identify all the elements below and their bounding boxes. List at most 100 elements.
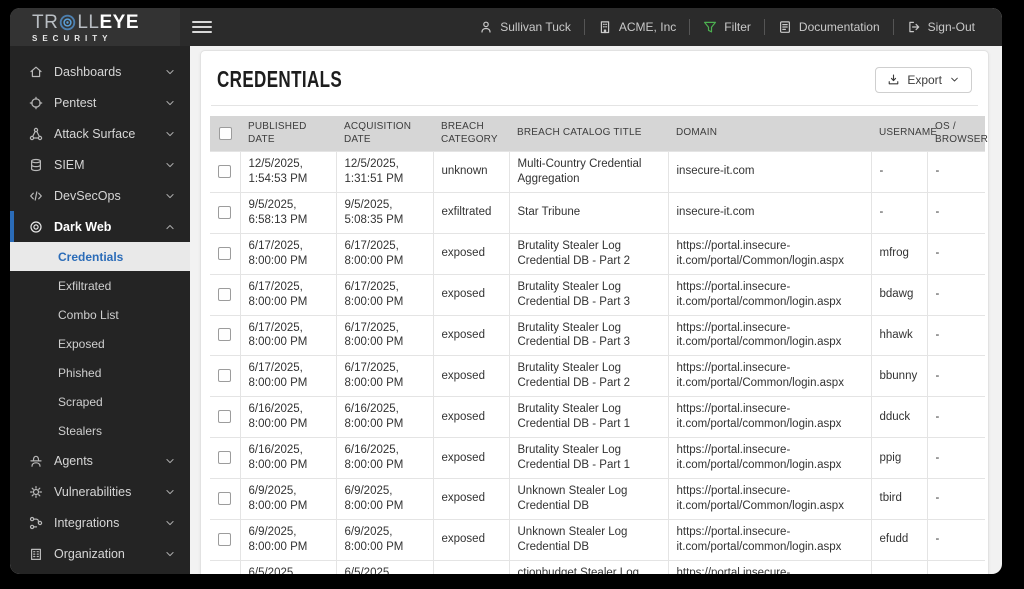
cell-acquisition-date: 6/16/2025, 8:00:00 PM [335,396,434,439]
cell-domain: https://portal.insecure-it.com/portal/Co… [667,355,872,398]
row-checkbox[interactable] [218,369,232,383]
sidebar-item-dark-web[interactable]: Dark Web [10,211,190,242]
chevron-down-icon [164,455,176,467]
cell-breach-catalog-title: Brutality Stealer Log Credential DB - Pa… [508,355,669,398]
topbar-item-sullivan-tuck[interactable]: Sullivan Tuck [466,20,584,34]
network-icon [29,127,43,141]
select-all-checkbox[interactable] [218,126,232,140]
documentation-icon [778,20,792,34]
sidebar-item-devsecops[interactable]: DevSecOps [10,180,190,211]
chevron-down-icon [164,66,176,78]
topbar-item-label: Documentation [798,20,880,34]
table-row[interactable]: 12/5/2025, 1:54:53 PM 12/5/2025, 1:31:51… [210,151,985,193]
sidebar-item-vulnerabilities[interactable]: Vulnerabilities [10,476,190,507]
sidebar-item-credentials[interactable]: Credentials [10,242,190,271]
cell-username: hhawk [870,314,928,357]
table-row[interactable]: 6/16/2025, 8:00:00 PM 6/16/2025, 8:00:00… [210,396,985,439]
download-icon [887,73,900,86]
export-button[interactable]: Export [875,66,972,93]
sidebar-item-stealers[interactable]: Stealers [10,416,190,445]
chevron-down-icon [164,190,176,202]
cell-acquisition-date: 6/17/2025, 8:00:00 PM [335,355,434,398]
topbar-item-acme-inc[interactable]: ACME, Inc [585,20,689,34]
brand-logo[interactable]: TR LL EYE SECURITY [10,8,180,46]
table-row[interactable]: 6/17/2025, 8:00:00 PM 6/17/2025, 8:00:00… [210,355,985,398]
cell-domain: https://portal.insecure-it.com/portal/Co… [667,232,872,275]
sidebar-item-exposed[interactable]: Exposed [10,329,190,358]
plug-icon [29,516,43,530]
sidebar-item-label: Organization [54,546,125,561]
database-icon [29,158,43,172]
row-checkbox[interactable] [218,451,232,465]
column-header: ACQUISITION DATE [336,116,433,152]
brand-part3: EYE [99,11,139,33]
row-checkbox[interactable] [218,164,232,178]
topbar-item-documentation[interactable]: Documentation [765,20,893,34]
sidebar-subitem-label: Phished [58,365,102,380]
row-checkbox[interactable] [218,410,232,424]
topbar-item-label: Filter [724,20,751,34]
brand-part1: TR [32,11,59,33]
credentials-table: PUBLISHED DATE ACQUISITION DATE BREACH CAT… [210,116,988,574]
sidebar-item-combo-list[interactable]: Combo List [10,300,190,329]
cell-acquisition-date: 9/5/2025, 5:08:35 PM [335,191,434,234]
cell-breach-category: exfiltrated [432,191,510,234]
sidebar-item-dashboards[interactable]: Dashboards [10,56,190,87]
sidebar-item-siem[interactable]: SIEM [10,149,190,180]
topbar-item-filter[interactable]: Filter [690,20,764,34]
sidebar-item-agents[interactable]: Agents [10,445,190,476]
sidebar-subitem-label: Combo List [58,307,119,322]
cell-published-date: 6/16/2025, 8:00:00 PM [239,437,337,479]
building-icon [598,20,612,34]
sidebar-item-exfiltrated[interactable]: Exfiltrated [10,271,190,300]
filter-icon [703,20,717,34]
cell-breach-category: exposed [432,314,510,357]
sidebar-item-label: Vulnerabilities [54,484,132,499]
code-icon [29,189,43,203]
row-checkbox[interactable] [218,205,232,219]
cell-published-date: 12/5/2025, 1:54:53 PM [239,151,337,193]
cell-domain: https://portal.insecure-it.com/portal/co… [667,273,872,316]
column-header: BREACH CATEGORY [433,116,509,152]
cell-published-date: 6/17/2025, 8:00:00 PM [239,314,337,357]
chevron-down-icon [164,128,176,140]
table-row[interactable]: 6/17/2025, 8:00:00 PM 6/17/2025, 8:00:00… [210,273,985,316]
sidebar-item-attack-surface[interactable]: Attack Surface [10,118,190,149]
bug-icon [29,485,43,499]
sidebar-subitem-label: Exfiltrated [58,278,112,293]
table-row[interactable]: 6/5/2025, 8:00:00 PM 6/5/2025, 8:00:00 P… [210,559,985,574]
table-row[interactable]: 6/17/2025, 8:00:00 PM 6/17/2025, 8:00:00… [210,314,985,357]
cell-username: scat [870,559,928,574]
cell-breach-category: exposed [432,355,510,398]
cell-acquisition-date: 6/17/2025, 8:00:00 PM [335,232,434,275]
row-checkbox[interactable] [218,328,232,342]
cell-breach-catalog-title: Multi-Country Credential Aggregation [508,151,669,193]
table-row[interactable]: 6/17/2025, 8:00:00 PM 6/17/2025, 8:00:00… [210,232,985,275]
signout-icon [907,20,921,34]
column-header: USERNAME [871,116,937,152]
sidebar-item-scraped[interactable]: Scraped [10,387,190,416]
row-checkbox[interactable] [218,491,232,505]
cell-os-browser: - [926,355,985,398]
cell-breach-catalog-title: Brutality Stealer Log Credential DB - Pa… [508,396,669,439]
sidebar-item-pentest[interactable]: Pentest [10,87,190,118]
cell-username: tbird [870,478,928,520]
cell-domain: https://portal.insecure-it.com/portal/co… [667,559,872,574]
row-checkbox[interactable] [218,287,232,301]
table-row[interactable]: 9/5/2025, 6:58:13 PM 9/5/2025, 5:08:35 P… [210,191,985,234]
sidebar-item-organization[interactable]: Organization [10,538,190,569]
cell-published-date: 9/5/2025, 6:58:13 PM [239,191,337,234]
topbar-item-sign-out[interactable]: Sign-Out [894,20,988,34]
table-row[interactable]: 6/9/2025, 8:00:00 PM 6/9/2025, 8:00:00 P… [210,478,985,520]
cell-os-browser: - [926,396,985,439]
row-checkbox[interactable] [218,246,232,260]
table-row[interactable]: 6/9/2025, 8:00:00 PM 6/9/2025, 8:00:00 P… [210,518,985,561]
table-row[interactable]: 6/16/2025, 8:00:00 PM 6/16/2025, 8:00:00… [210,437,985,479]
home-icon [29,65,43,79]
sidebar-item-integrations[interactable]: Integrations [10,507,190,538]
chevron-down-icon [164,486,176,498]
sidebar-item-phished[interactable]: Phished [10,358,190,387]
cell-domain: https://portal.insecure-it.com/portal/co… [667,518,872,561]
hamburger-menu-icon[interactable] [192,21,212,33]
row-checkbox[interactable] [218,532,232,546]
